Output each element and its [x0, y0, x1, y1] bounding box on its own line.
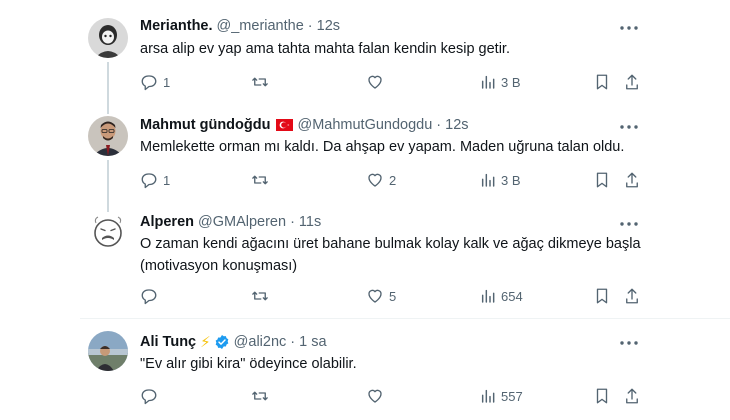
retweet-icon	[252, 175, 268, 185]
verified-icon	[215, 335, 229, 349]
share-button[interactable]	[624, 72, 640, 92]
share-icon	[626, 388, 638, 404]
user-handle[interactable]: @_merianthe	[217, 18, 304, 34]
reply-button[interactable]	[140, 386, 163, 406]
timestamp[interactable]: 12s	[317, 18, 340, 34]
views-count: 557	[501, 388, 523, 404]
tweet-merianthe[interactable]: Merianthe. @_merianthe · 12s arsa alip e…	[0, 0, 730, 104]
views-icon	[481, 173, 495, 187]
share-button[interactable]	[624, 170, 640, 190]
views-button[interactable]: 3 B	[480, 170, 521, 190]
display-name[interactable]: Mahmut gündoğdu	[140, 117, 270, 133]
user-handle[interactable]: @ali2nc	[234, 334, 287, 350]
more-icon[interactable]	[618, 336, 640, 350]
tweet-ali-tunc[interactable]: Ali Tunç ⚡ @ali2nc · 1 sa "Ev alır gibi …	[0, 319, 730, 420]
like-icon	[368, 289, 382, 303]
timestamp[interactable]: 12s	[445, 117, 468, 133]
display-name[interactable]: Ali Tunç	[140, 334, 196, 350]
tweet-text: arsa alip ev yap ama tahta mahta falan k…	[140, 41, 510, 57]
share-icon	[626, 288, 638, 304]
avatar[interactable]	[88, 18, 128, 58]
reply-count: 1	[163, 74, 171, 90]
bookmark-icon	[596, 74, 608, 90]
tweet-actions: 1 3 B	[140, 72, 640, 92]
avatar[interactable]	[88, 213, 128, 253]
reply-icon	[141, 389, 157, 405]
tweet-header: Mahmut gündoğdu @MahmutGundogdu · 12s	[140, 117, 469, 133]
tweet-actions: 5 654	[140, 286, 640, 306]
bookmark-button[interactable]	[594, 286, 610, 306]
like-button[interactable]	[366, 72, 389, 92]
like-icon	[368, 389, 382, 403]
like-button[interactable]	[366, 386, 389, 406]
like-button[interactable]: 2	[366, 170, 396, 190]
tweet-header: Merianthe. @_merianthe · 12s	[140, 18, 340, 34]
lightning-icon: ⚡	[200, 334, 211, 351]
separator-dot: ·	[307, 18, 313, 34]
reply-icon	[141, 75, 157, 91]
share-button[interactable]	[624, 386, 640, 406]
share-button[interactable]	[624, 286, 640, 306]
separator-dot: ·	[290, 334, 296, 350]
separator-dot: ·	[290, 214, 295, 230]
separator-dot: ·	[436, 117, 442, 133]
bookmark-icon	[596, 172, 608, 188]
retweet-button[interactable]	[250, 286, 275, 306]
tweet-header: Ali Tunç ⚡ @ali2nc · 1 sa	[140, 333, 327, 351]
share-icon	[626, 74, 638, 90]
like-count: 2	[389, 172, 397, 188]
like-count: 5	[389, 288, 397, 304]
retweet-button[interactable]	[250, 386, 275, 406]
avatar[interactable]	[88, 116, 128, 156]
share-icon	[626, 172, 638, 188]
turkey-flag-icon	[276, 119, 294, 131]
tweet-alperen[interactable]: Alperen @GMAlperen · 11s O zaman kendi a…	[0, 202, 730, 316]
reply-button[interactable]: 1	[140, 170, 170, 190]
like-icon	[368, 173, 382, 187]
more-icon[interactable]	[618, 217, 640, 231]
reply-button[interactable]: 1	[140, 72, 170, 92]
views-icon	[481, 75, 495, 89]
display-name[interactable]: Alperen	[140, 214, 194, 230]
views-button[interactable]: 654	[480, 286, 523, 306]
bookmark-icon	[596, 288, 608, 304]
tweet-actions: 557	[140, 386, 640, 406]
retweet-icon	[252, 77, 268, 87]
views-button[interactable]: 3 B	[480, 72, 521, 92]
tweet-text: Memlekette orman mı kaldı. Da ahşap ev y…	[140, 139, 625, 155]
views-button[interactable]: 557	[480, 386, 523, 406]
bookmark-button[interactable]	[594, 170, 610, 190]
bookmark-button[interactable]	[594, 72, 610, 92]
retweet-icon	[252, 391, 268, 401]
tweet-mahmut[interactable]: Mahmut gündoğdu @MahmutGundogdu · 12s Me…	[0, 104, 730, 202]
reply-icon	[141, 173, 157, 189]
views-icon	[481, 389, 495, 403]
avatar[interactable]	[88, 331, 128, 371]
tweet-header: Alperen @GMAlperen · 11s	[140, 214, 321, 230]
more-icon[interactable]	[618, 21, 640, 35]
like-icon	[368, 75, 382, 89]
retweet-button[interactable]	[250, 170, 275, 190]
bookmark-button[interactable]	[594, 386, 610, 406]
bookmark-icon	[596, 388, 608, 404]
like-button[interactable]: 5	[366, 286, 396, 306]
tweet-actions: 1 2 3 B	[140, 170, 640, 190]
views-count: 654	[501, 288, 523, 304]
reply-icon	[141, 289, 157, 305]
retweet-icon	[252, 291, 268, 301]
timestamp[interactable]: 11s	[299, 214, 321, 230]
user-handle[interactable]: @MahmutGundogdu	[297, 117, 432, 133]
views-count: 3 B	[501, 172, 521, 188]
retweet-button[interactable]	[250, 72, 275, 92]
tweet-text: O zaman kendi ağacını üret bahane bulmak…	[140, 236, 641, 274]
timestamp[interactable]: 1 sa	[299, 334, 326, 350]
more-icon[interactable]	[618, 120, 640, 134]
views-count: 3 B	[501, 74, 521, 90]
reply-button[interactable]	[140, 286, 163, 306]
views-icon	[481, 289, 495, 303]
user-handle[interactable]: @GMAlperen	[198, 214, 286, 230]
reply-count: 1	[163, 172, 171, 188]
tweet-text: "Ev alır gibi kira" ödeyince olabilir.	[140, 356, 357, 372]
display-name[interactable]: Merianthe.	[140, 18, 213, 34]
